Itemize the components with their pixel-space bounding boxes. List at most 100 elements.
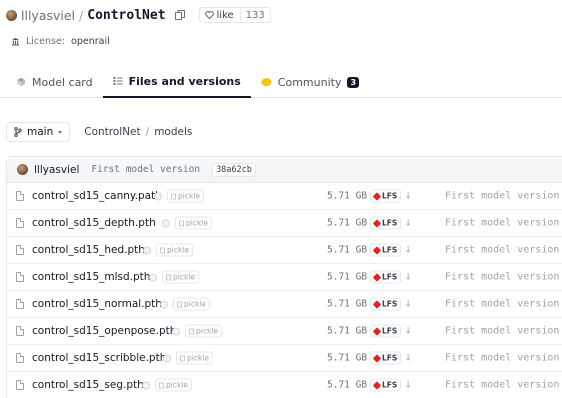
- file-name[interactable]: control_sd15_scribble.pth: [32, 352, 166, 364]
- security-scan-icon[interactable]: [162, 219, 170, 227]
- lfs-badge[interactable]: LFS: [370, 378, 402, 392]
- file-icon: [16, 272, 24, 282]
- like-count[interactable]: 133: [239, 8, 270, 22]
- download-icon[interactable]: ↓: [404, 299, 412, 309]
- pickle-badge[interactable]: pickle: [176, 351, 214, 365]
- pickle-icon: [166, 274, 171, 280]
- file-name[interactable]: control_sd15_hed.pth: [32, 244, 145, 256]
- lfs-group: LFS ↓: [370, 378, 412, 392]
- download-icon[interactable]: ↓: [404, 272, 412, 282]
- branch-selector[interactable]: main: [6, 122, 71, 142]
- download-icon[interactable]: ↓: [404, 326, 412, 336]
- pickle-label: pickle: [184, 299, 207, 309]
- file-name[interactable]: control_sd15_openpose.pth: [32, 325, 176, 337]
- lfs-badge[interactable]: LFS: [370, 189, 402, 203]
- security-scan-icon[interactable]: [154, 192, 162, 200]
- commit-hash[interactable]: 38a62cb: [212, 162, 256, 177]
- file-icon: [16, 245, 24, 255]
- download-icon[interactable]: ↓: [404, 191, 412, 201]
- file-commit-message[interactable]: First model version: [445, 191, 559, 202]
- owner-link[interactable]: lllyasviel: [21, 8, 75, 23]
- pickle-label: pickle: [166, 380, 189, 390]
- path-separator: /: [79, 7, 84, 23]
- pickle-badge[interactable]: pickle: [156, 243, 194, 257]
- file-name[interactable]: control_sd15_depth.pth: [32, 217, 156, 229]
- pickle-badge[interactable]: pickle: [167, 189, 205, 203]
- lfs-badge[interactable]: LFS: [370, 297, 402, 311]
- pickle-badge[interactable]: pickle: [173, 297, 211, 311]
- lfs-badge[interactable]: LFS: [370, 324, 402, 338]
- pickle-badge[interactable]: pickle: [162, 270, 200, 284]
- pickle-label: pickle: [186, 218, 209, 228]
- file-commit-message[interactable]: First model version: [445, 353, 559, 364]
- license-value[interactable]: openrail: [71, 36, 110, 47]
- breadcrumb-folder[interactable]: models: [154, 126, 192, 138]
- file-row[interactable]: control_sd15_scribble.pth pickle 5.71 GB…: [7, 345, 562, 372]
- file-commit-message[interactable]: First model version: [445, 272, 559, 283]
- lfs-badge[interactable]: LFS: [370, 243, 402, 257]
- commit-user[interactable]: lllyasviel: [34, 164, 79, 176]
- lfs-badge[interactable]: LFS: [370, 351, 402, 365]
- file-row[interactable]: control_sd15_openpose.pth pickle 5.71 GB…: [7, 318, 562, 345]
- commit-user-avatar[interactable]: [17, 164, 28, 175]
- owner-avatar[interactable]: [6, 9, 17, 21]
- lfs-badge[interactable]: LFS: [370, 216, 402, 230]
- file-commit-message[interactable]: First model version: [445, 326, 559, 337]
- file-commit-message[interactable]: First model version: [445, 299, 559, 310]
- security-scan-icon[interactable]: [149, 273, 157, 281]
- breadcrumb-repo[interactable]: ControlNet: [84, 126, 140, 138]
- commit-message[interactable]: First model version: [91, 164, 200, 175]
- file-list: control_sd15_canny.path pickle 5.71 GB L…: [7, 183, 562, 398]
- file-name[interactable]: control_sd15_normal.pth: [32, 298, 162, 310]
- security-scan-icon[interactable]: [160, 300, 168, 308]
- download-icon[interactable]: ↓: [404, 380, 412, 390]
- breadcrumb: ControlNet / models: [84, 126, 192, 138]
- file-commit-message[interactable]: First model version: [445, 218, 559, 229]
- file-table: lllyasviel First model version 38a62cb c…: [6, 156, 562, 398]
- download-icon[interactable]: ↓: [404, 245, 412, 255]
- repo-name[interactable]: ControlNet: [87, 8, 165, 23]
- pickle-badge[interactable]: pickle: [185, 324, 223, 338]
- file-size: 5.71 GB: [327, 298, 368, 310]
- file-row[interactable]: control_sd15_canny.path pickle 5.71 GB L…: [7, 183, 562, 210]
- like-label: like: [216, 9, 234, 21]
- file-row[interactable]: control_sd15_seg.pth pickle 5.71 GB LFS …: [7, 372, 562, 398]
- file-meta: pickle: [154, 189, 205, 203]
- file-row[interactable]: control_sd15_mlsd.pth pickle 5.71 GB LFS…: [7, 264, 562, 291]
- security-scan-icon[interactable]: [163, 354, 171, 362]
- download-icon[interactable]: ↓: [404, 218, 412, 228]
- pickle-badge[interactable]: pickle: [175, 216, 213, 230]
- like-button[interactable]: like: [200, 10, 240, 21]
- tab-label: Model card: [32, 75, 93, 89]
- lfs-icon: [372, 218, 382, 228]
- file-icon: [16, 218, 24, 228]
- file-row[interactable]: control_sd15_normal.pth pickle 5.71 GB L…: [7, 291, 562, 318]
- pickle-icon: [160, 247, 165, 253]
- lfs-label: LFS: [382, 218, 398, 228]
- pickle-icon: [179, 220, 184, 226]
- pickle-label: pickle: [187, 353, 210, 363]
- tab-community[interactable]: Community 3: [251, 66, 369, 98]
- security-scan-icon[interactable]: [143, 246, 151, 254]
- lfs-label: LFS: [382, 353, 398, 363]
- security-scan-icon[interactable]: [142, 381, 150, 389]
- file-commit-message[interactable]: First model version: [445, 245, 559, 256]
- tab-files-and-versions[interactable]: Files and versions: [102, 66, 251, 98]
- lfs-icon: [372, 353, 382, 363]
- download-icon[interactable]: ↓: [404, 353, 412, 363]
- copy-icon[interactable]: [173, 8, 187, 22]
- file-size: 5.71 GB: [327, 379, 368, 391]
- files-icon: [113, 77, 123, 85]
- file-commit-message[interactable]: First model version: [445, 380, 559, 391]
- pickle-badge[interactable]: pickle: [155, 378, 193, 392]
- file-name[interactable]: control_sd15_mlsd.pth: [32, 271, 150, 283]
- lfs-badge[interactable]: LFS: [370, 270, 402, 284]
- repo-header: lllyasviel / ControlNet like 133: [6, 5, 271, 25]
- tab-model-card[interactable]: Model card: [0, 66, 103, 98]
- file-name[interactable]: control_sd15_seg.pth: [32, 379, 144, 391]
- lfs-icon: [372, 272, 382, 282]
- file-row[interactable]: control_sd15_depth.pth pickle 5.71 GB LF…: [7, 210, 562, 237]
- file-name[interactable]: control_sd15_canny.path: [32, 190, 162, 202]
- security-scan-icon[interactable]: [172, 327, 180, 335]
- file-row[interactable]: control_sd15_hed.pth pickle 5.71 GB LFS …: [7, 237, 562, 264]
